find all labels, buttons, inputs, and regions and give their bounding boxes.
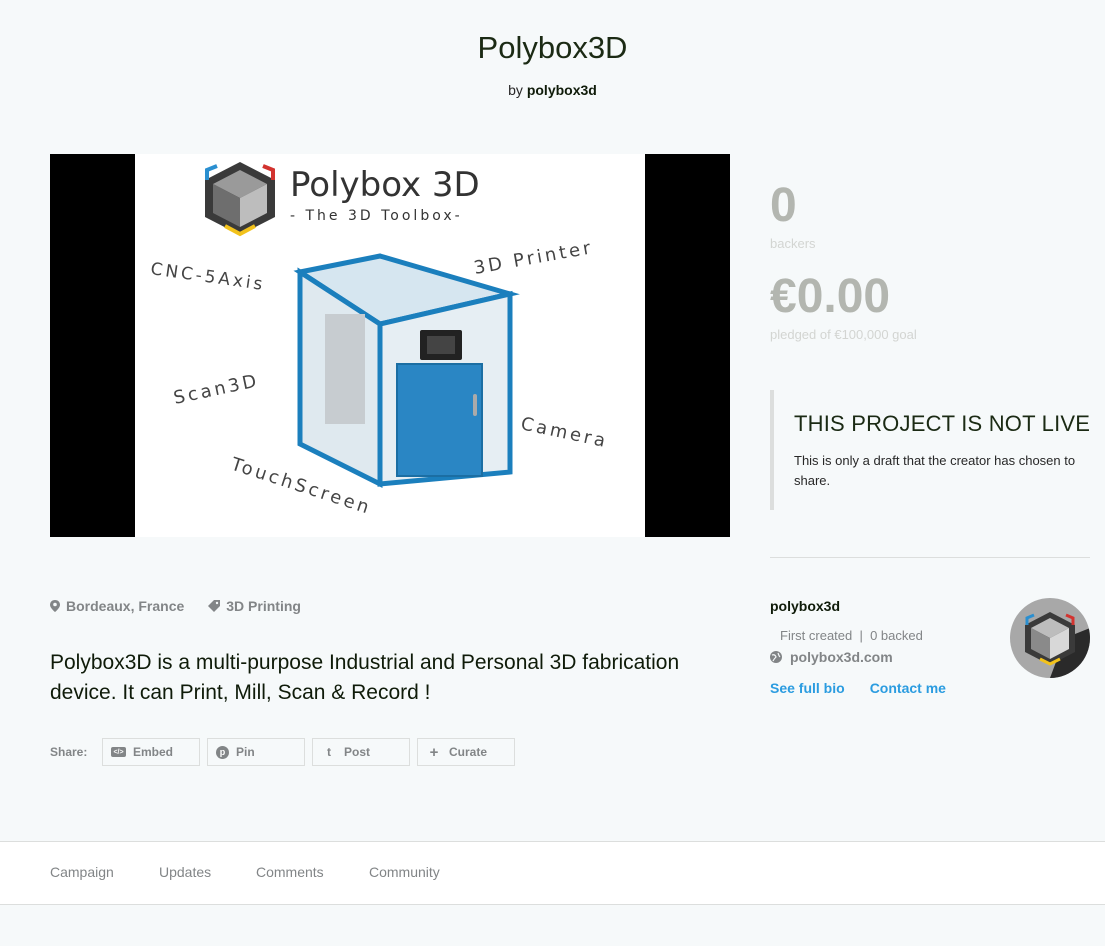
video-poster-image: Polybox 3D - The 3D Toolbox- CNC-5Axis 3… (149, 162, 610, 519)
pledged-label: pledged of €100,000 goal (770, 327, 917, 342)
creator-avatar[interactable] (1010, 598, 1090, 678)
curate-label: Curate (449, 745, 488, 759)
share-label: Share: (50, 745, 88, 759)
category-link[interactable]: 3D Printing (208, 598, 301, 614)
share-bar: Share: </> Embed p Pin t Post + Curate (50, 738, 522, 766)
byline-prefix: by (508, 82, 523, 98)
project-blurb: Polybox3D is a multi-purpose Industrial … (50, 651, 680, 704)
backers-count: 0 (770, 179, 797, 232)
project-stats: 0 backers €0.00 pledged of €100,000 goal (770, 179, 917, 343)
curate-button[interactable]: + Curate (417, 738, 515, 766)
not-live-notice: THIS PROJECT IS NOT LIVE This is only a … (770, 390, 1100, 510)
project-nav-tabs: Campaign Updates Comments Community (0, 841, 1105, 905)
tab-comments[interactable]: Comments (256, 864, 324, 880)
post-label: Post (344, 745, 371, 759)
pinterest-icon: p (216, 745, 229, 759)
project-title: Polybox3D (477, 30, 628, 65)
creator-link[interactable]: polybox3d (527, 82, 597, 98)
tab-updates[interactable]: Updates (159, 864, 211, 880)
project-byline: by polybox3d (0, 82, 1105, 98)
category-text: 3D Printing (226, 598, 301, 614)
tab-community[interactable]: Community (369, 864, 440, 880)
project-meta: Bordeaux, France 3D Printing (50, 598, 317, 614)
not-live-heading: THIS PROJECT IS NOT LIVE (794, 411, 1091, 436)
plus-icon: + (429, 743, 439, 761)
sidebar-divider (770, 557, 1090, 558)
website-text: polybox3d.com (790, 649, 893, 665)
embed-icon: </> (111, 747, 126, 757)
pin-label: Pin (236, 745, 255, 759)
feature-label: Scan3D (172, 370, 262, 409)
logo-subtitle-text: - The 3D Toolbox- (290, 208, 463, 224)
location-pin-icon (50, 600, 60, 612)
embed-label: Embed (133, 745, 174, 759)
post-button[interactable]: t Post (312, 738, 410, 766)
creator-links: See full bio Contact me (770, 680, 1090, 696)
pledged-amount: €0.00 (770, 270, 891, 323)
pin-button[interactable]: p Pin (207, 738, 305, 766)
location-text: Bordeaux, France (66, 598, 185, 614)
tag-icon (208, 600, 221, 612)
embed-button[interactable]: </> Embed (102, 738, 200, 766)
polybox-logo-icon (205, 162, 275, 237)
logo-title-text: Polybox 3D (290, 165, 480, 205)
see-full-bio-link[interactable]: See full bio (770, 680, 845, 696)
tab-campaign[interactable]: Campaign (50, 864, 114, 880)
feature-label: CNC-5Axis (149, 259, 266, 295)
video-frame: Polybox 3D - The 3D Toolbox- CNC-5Axis 3… (135, 154, 645, 537)
globe-icon (770, 651, 782, 663)
polybox-device-image (293, 253, 520, 489)
not-live-body: This is only a draft that the creator ha… (794, 453, 1076, 488)
location-link[interactable]: Bordeaux, France (50, 598, 184, 614)
tumblr-icon: t (327, 745, 331, 759)
project-video[interactable]: Polybox 3D - The 3D Toolbox- CNC-5Axis 3… (50, 154, 730, 537)
feature-label: 3D Printer (472, 237, 595, 279)
avatar-logo-icon (1025, 612, 1090, 678)
contact-me-link[interactable]: Contact me (870, 680, 946, 696)
backers-label: backers (770, 236, 816, 251)
feature-label: Camera (519, 413, 610, 452)
